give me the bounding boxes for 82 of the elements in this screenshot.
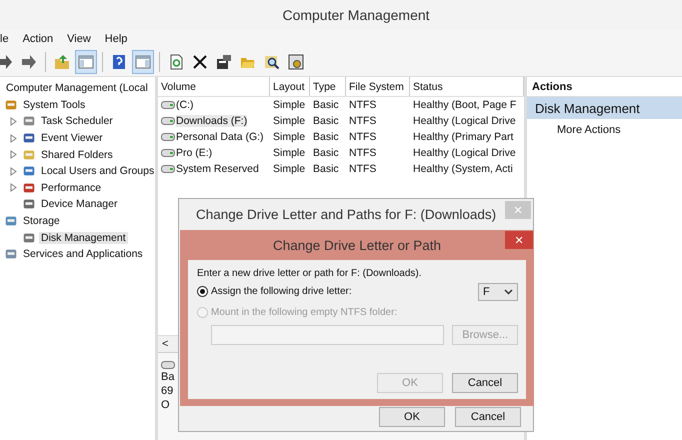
folder-up-icon (54, 54, 70, 70)
table-cell: Simple (273, 131, 306, 143)
tree-toolbar-button[interactable] (75, 50, 97, 74)
search-icon (264, 54, 280, 70)
table-cell: Simple (273, 99, 306, 111)
forward-arrow-icon (21, 54, 37, 70)
delete-icon (192, 54, 208, 70)
tree-item[interactable]: Storage (21, 215, 62, 228)
tree-item[interactable]: System Tools (21, 98, 88, 111)
table-cell: Healthy (System, Acti (413, 163, 513, 175)
drive-icon (161, 133, 175, 141)
drive-letter-dropdown[interactable]: F (478, 282, 518, 300)
pane-toolbar-button[interactable] (132, 50, 154, 74)
column-header[interactable]: Volume (158, 77, 270, 96)
disk-info-text: Ba (161, 371, 174, 383)
tree-item[interactable]: Device Manager (39, 198, 120, 210)
option-label: Mount in the following empty NTFS folder: (211, 307, 398, 318)
drive-icon (161, 149, 175, 157)
table-cell: Basic (313, 147, 339, 159)
radio-button[interactable] (197, 286, 208, 297)
tree-item[interactable]: Disk Management (39, 232, 128, 244)
table-cell: NTFS (349, 163, 376, 175)
drive-icon (161, 101, 175, 109)
expand-arrow-icon[interactable] (10, 183, 17, 192)
table-cell: Healthy (Primary Part (413, 131, 514, 143)
table-cell: NTFS (349, 115, 376, 127)
option-label: Assign the following drive letter: (211, 286, 353, 297)
table-cell: Simple (273, 147, 306, 159)
table-cell: Downloads (F:) (176, 115, 248, 127)
table-cell: Basic (313, 163, 339, 175)
table-cell: (C:) (176, 99, 194, 111)
table-cell: Basic (313, 115, 339, 127)
drive-icon (161, 117, 175, 125)
table-cell: Simple (273, 163, 306, 175)
dialog-button[interactable]: Cancel (452, 373, 518, 393)
close-button[interactable]: ✕ (505, 231, 533, 249)
disk-info-text: 69 (161, 385, 174, 397)
properties-icon (216, 54, 232, 70)
dialog-button[interactable]: Cancel (455, 407, 521, 427)
table-cell: System Reserved (176, 163, 259, 175)
window-title: Computer Management (281, 7, 430, 23)
help-icon (111, 54, 127, 70)
table-cell: Healthy (Logical Drive (413, 115, 516, 127)
expand-arrow-icon[interactable] (10, 150, 17, 160)
tree-item[interactable]: Event Viewer (39, 132, 105, 144)
dialog-title: Change Drive Letter or Path (272, 238, 442, 252)
action-link[interactable]: More Actions (527, 119, 682, 136)
prompt-text: Enter a new drive letter or path for F: (Downloads). (197, 267, 423, 281)
document-refresh-icon (168, 54, 184, 70)
tree-item[interactable]: Shared Folders (39, 148, 115, 161)
column-header[interactable]: Type (310, 77, 346, 96)
menu-item[interactable]: Action (22, 33, 54, 45)
dialog-button[interactable]: OK (379, 407, 445, 427)
menu-item[interactable]: Help (104, 33, 128, 45)
table-cell: NTFS (349, 147, 376, 159)
tree-item[interactable]: Local Users and Groups (39, 165, 155, 178)
table-cell: Healthy (Logical Drive (413, 147, 516, 159)
expand-arrow-icon[interactable] (10, 166, 17, 176)
tree-item[interactable]: Computer Management (Local (4, 82, 150, 94)
scroll-left-arrow[interactable]: < (158, 338, 172, 350)
disk-info-text: O (161, 399, 170, 411)
table-cell: Pro (E:) (176, 147, 212, 159)
expand-arrow-icon[interactable] (10, 134, 17, 143)
table-cell: Simple (273, 115, 306, 127)
table-cell: NTFS (349, 99, 376, 111)
table-cell: Basic (313, 131, 339, 143)
table-cell: Basic (313, 99, 339, 111)
tree-item[interactable]: Performance (39, 182, 104, 194)
expand-arrow-icon[interactable] (10, 116, 17, 126)
window-pane-icon (135, 54, 151, 70)
actions-section[interactable]: Disk Management (527, 97, 682, 119)
drive-icon (161, 165, 175, 173)
dialog-title: Change Drive Letter and Paths for F: (Downloads) (196, 206, 496, 222)
window-pane-icon (78, 54, 94, 70)
menu-item[interactable]: le (0, 33, 9, 45)
table-cell: Healthy (Boot, Page F (413, 99, 516, 111)
chevron-down-icon (504, 288, 513, 294)
tree-item[interactable]: Services and Applications (21, 248, 145, 260)
tree-item[interactable]: Task Scheduler (39, 115, 115, 128)
menu-item[interactable]: View (67, 33, 91, 45)
table-cell: Personal Data (G:) (176, 131, 264, 143)
table-cell: NTFS (349, 131, 376, 143)
